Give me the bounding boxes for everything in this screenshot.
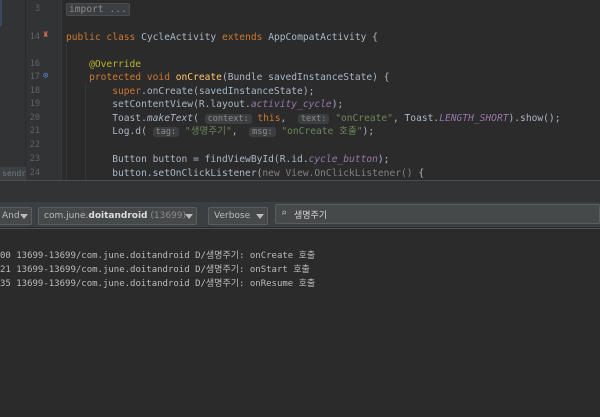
line-number: 20 bbox=[29, 113, 40, 123]
code-token: , bbox=[231, 126, 250, 137]
code-token: "onCreate" bbox=[329, 113, 393, 124]
log-entry[interactable]: 35 13699-13699/com.june.doitandroid D/생명… bbox=[0, 278, 315, 291]
send-tab[interactable]: sendr bbox=[0, 167, 26, 180]
code-token: CycleActivity bbox=[141, 32, 222, 43]
line-number: 24 bbox=[29, 168, 40, 178]
code-token: , bbox=[280, 113, 298, 124]
code-token: Log.d( bbox=[66, 126, 153, 137]
code-token: @Override bbox=[66, 59, 142, 70]
code-line[interactable]: super.onCreate(savedInstanceState); bbox=[66, 85, 314, 98]
line-number: 16 bbox=[29, 59, 40, 69]
project-tool-strip: sendr bbox=[0, 0, 26, 180]
code-token: ( bbox=[193, 113, 205, 124]
code-token: AppCompatActivity { bbox=[268, 32, 378, 43]
parameter-hint: text: bbox=[297, 114, 330, 124]
code-token: ); bbox=[362, 126, 375, 137]
code-token: Toast. bbox=[66, 113, 147, 124]
log-level-label: Verbose bbox=[214, 211, 251, 221]
code-token: "onCreate 호출" bbox=[275, 126, 363, 137]
code-token: Button button = findViewById(R.id. bbox=[66, 154, 309, 165]
code-token: cycle_button bbox=[308, 154, 378, 165]
code-editor[interactable]: sendr 3 14 16 17 18 19 20 21 22 23 24 ♜ ⊙ import ...… bbox=[0, 0, 600, 180]
line-number: 17 bbox=[29, 72, 40, 82]
line-number: 22 bbox=[29, 140, 40, 150]
device-select-label: And bbox=[2, 211, 20, 221]
line-number: 18 bbox=[29, 86, 40, 96]
logcat-search-input[interactable]: ⌕ 생명주기 bbox=[275, 204, 600, 224]
log-level-select[interactable]: Verbose bbox=[208, 207, 268, 225]
code-line[interactable]: @Override bbox=[66, 58, 141, 71]
logcat-search-value[interactable]: 생명주기 bbox=[294, 208, 327, 221]
gutter-divider bbox=[61, 0, 62, 180]
run-icon[interactable]: ♜ bbox=[43, 30, 48, 40]
code-token: this bbox=[251, 113, 281, 124]
parameter-hint: context: bbox=[204, 114, 252, 124]
process-pid: (13699) bbox=[150, 211, 187, 221]
code-line[interactable]: protected void onCreate(Bundle savedInst… bbox=[66, 71, 389, 84]
code-token: makeText bbox=[146, 113, 194, 124]
code-token: new View.OnClickListener() bbox=[262, 168, 419, 179]
code-token: button.setOnClickListener( bbox=[66, 168, 263, 179]
code-line[interactable]: Log.d( tag: "생명주기", msg: "onCreate 호출"); bbox=[66, 125, 374, 138]
parameter-hint: msg: bbox=[249, 127, 276, 137]
line-gutter: 3 14 16 17 18 19 20 21 22 23 24 ♜ ⊙ bbox=[26, 0, 62, 180]
code-line[interactable]: public class CycleActivity extends AppCo… bbox=[66, 31, 378, 44]
log-entry[interactable]: 21 13699-13699/com.june.doitandroid D/생명… bbox=[0, 264, 310, 277]
logcat-output[interactable]: 00 13699-13699/com.june.doitandroid D/생명… bbox=[0, 228, 600, 417]
code-token: (Bundle savedInstanceState) { bbox=[221, 72, 390, 83]
code-line[interactable]: Toast.makeText( context: this, text: "on… bbox=[66, 112, 560, 125]
code-token: "생명주기" bbox=[179, 126, 232, 137]
process-name-bold: doitandroid bbox=[88, 211, 148, 221]
process-select[interactable]: com.june.doitandroid (13699) bbox=[38, 207, 197, 225]
code-token: protected void bbox=[66, 72, 176, 83]
code-token: onCreate bbox=[175, 72, 222, 83]
code-token: public class bbox=[66, 32, 142, 43]
code-area[interactable]: import ... public class CycleActivity ext… bbox=[66, 0, 600, 180]
line-number: 23 bbox=[29, 154, 40, 164]
code-token: setContentView(R.layout. bbox=[66, 99, 251, 110]
code-token: ).show(); bbox=[508, 113, 561, 124]
override-icon[interactable]: ⊙ bbox=[43, 71, 48, 81]
chevron-down-icon bbox=[185, 214, 193, 219]
code-token: ); bbox=[377, 154, 390, 165]
line-number: 3 bbox=[34, 4, 40, 14]
device-select[interactable]: And bbox=[0, 207, 32, 225]
parameter-hint: tag: bbox=[152, 127, 180, 137]
code-token: activity_cycle bbox=[250, 99, 332, 110]
code-line[interactable]: setContentView(R.layout.activity_cycle); bbox=[66, 98, 343, 111]
code-token: , Toast. bbox=[392, 113, 440, 124]
panel-splitter[interactable] bbox=[0, 180, 600, 202]
code-line[interactable]: Button button = findViewById(R.id.cycle_… bbox=[66, 153, 389, 166]
log-entry[interactable]: 00 13699-13699/com.june.doitandroid D/생명… bbox=[0, 250, 315, 263]
code-token: .onCreate(savedInstanceState); bbox=[141, 86, 315, 97]
code-token: ); bbox=[331, 99, 344, 110]
code-token: super bbox=[66, 86, 142, 97]
search-icon: ⌕ bbox=[281, 208, 288, 219]
line-number: 14 bbox=[29, 32, 40, 42]
code-token: extends bbox=[221, 32, 269, 43]
chevron-down-icon bbox=[256, 214, 264, 219]
line-number: 19 bbox=[29, 99, 40, 109]
chevron-down-icon bbox=[20, 214, 28, 219]
code-token: LENGTH_SHORT bbox=[439, 113, 509, 124]
code-token: { bbox=[418, 168, 425, 179]
code-line[interactable]: button.setOnClickListener(new View.OnCli… bbox=[66, 167, 424, 180]
process-name-prefix: com.june. bbox=[44, 211, 89, 221]
code-line[interactable]: import ... bbox=[66, 3, 130, 16]
folded-imports[interactable]: import ... bbox=[66, 3, 130, 16]
tree-selection-marker bbox=[0, 0, 14, 26]
line-number: 21 bbox=[29, 126, 40, 136]
